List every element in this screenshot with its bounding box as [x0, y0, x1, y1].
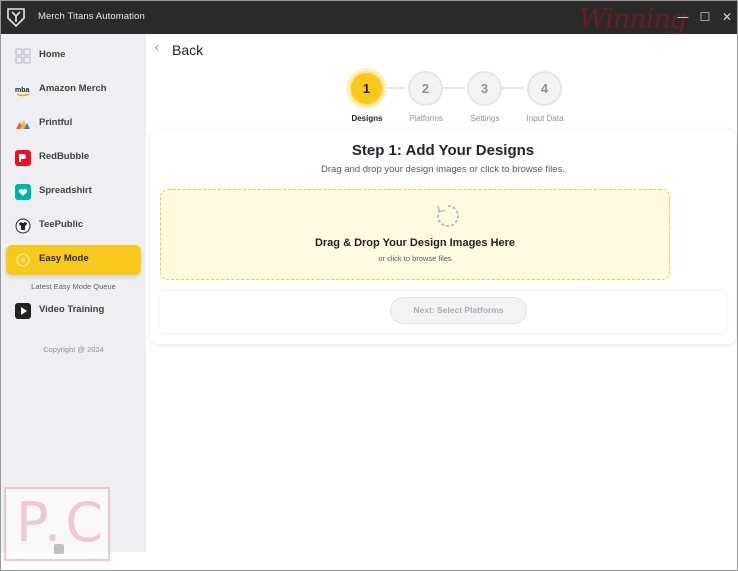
copyright-text: Copyright @ 2024 — [43, 345, 104, 354]
sidebar-item-label: Home — [39, 49, 66, 60]
easy-mode-queue-link[interactable]: Latest Easy Mode Queue — [1, 282, 146, 291]
back-button[interactable]: Back — [172, 42, 203, 58]
sidebar-item-label: Amazon Merch — [39, 83, 107, 94]
sidebar-item-label: Video Training — [39, 304, 105, 315]
sidebar-item-teepublic[interactable]: TeePublic — [6, 211, 141, 241]
sidebar-item-printful[interactable]: Printful — [6, 109, 141, 139]
step-connector — [381, 87, 406, 89]
teepublic-icon — [15, 218, 31, 234]
play-icon — [15, 303, 31, 319]
dropzone-subtitle: or click to browse files — [378, 254, 452, 263]
main-content: ‹ Back 1 2 3 4 Designs Platforms Setting… — [146, 34, 737, 570]
stepper: 1 2 3 4 Designs Platforms Settings Input… — [346, 70, 576, 128]
sidebar: Home mba Amazon Merch Printful RedBubble — [1, 34, 146, 552]
step-2-indicator[interactable]: 2 — [408, 71, 443, 106]
step-3-indicator[interactable]: 3 — [467, 71, 502, 106]
card-footer: Next: Select Platforms — [160, 291, 726, 333]
sidebar-item-label: Printful — [39, 117, 73, 128]
step-connector — [499, 87, 524, 89]
title-bar: Merch Titans Automation Winning — ☐ ✕ — [1, 1, 737, 35]
app-logo-icon — [7, 8, 25, 27]
maximize-button[interactable]: ☐ — [698, 10, 712, 24]
designs-card: Step 1: Add Your Designs Drag and drop y… — [150, 130, 736, 344]
sidebar-item-easy-mode[interactable]: Easy Mode — [6, 245, 141, 275]
redbubble-icon — [15, 150, 31, 166]
home-grid-icon — [15, 48, 31, 64]
sidebar-item-label: Spreadshirt — [39, 185, 92, 196]
step-4-indicator[interactable]: 4 — [527, 71, 562, 106]
watermark-text: Winning — [579, 4, 687, 35]
corner-watermark: P.C — [4, 487, 110, 561]
dropzone-title: Drag & Drop Your Design Images Here — [314, 237, 516, 249]
amazon-icon: mba — [15, 87, 30, 97]
app-title: Merch Titans Automation — [38, 11, 145, 22]
sidebar-item-redbubble[interactable]: RedBubble — [6, 143, 141, 173]
sidebar-item-home[interactable]: Home — [6, 41, 141, 71]
step-4-label: Input Data — [526, 114, 564, 123]
app-window: Merch Titans Automation Winning — ☐ ✕ Ho… — [0, 0, 738, 571]
step-1-indicator[interactable]: 1 — [349, 71, 384, 106]
refresh-upload-icon — [436, 205, 459, 227]
easy-mode-icon — [16, 253, 30, 267]
sidebar-item-video-training[interactable]: Video Training — [6, 296, 141, 326]
printful-icon — [16, 120, 30, 129]
minimize-button[interactable]: — — [676, 10, 690, 24]
svg-text:mba: mba — [15, 87, 30, 94]
design-dropzone[interactable]: Drag & Drop Your Design Images Here or c… — [160, 189, 670, 280]
sidebar-item-amazon-merch[interactable]: mba Amazon Merch — [6, 75, 141, 105]
next-select-platforms-button[interactable]: Next: Select Platforms — [390, 297, 527, 324]
sidebar-item-label: Easy Mode — [39, 253, 89, 264]
spreadshirt-icon — [15, 184, 31, 200]
sidebar-item-label: RedBubble — [39, 151, 90, 162]
card-title: Step 1: Add Your Designs — [351, 142, 535, 159]
step-connector — [440, 87, 465, 89]
chevron-left-icon[interactable]: ‹ — [154, 40, 160, 56]
sidebar-item-label: TeePublic — [39, 219, 84, 230]
close-button[interactable]: ✕ — [720, 10, 734, 24]
sidebar-item-spreadshirt[interactable]: Spreadshirt — [6, 177, 141, 207]
watermark-dot — [54, 544, 64, 554]
card-subtitle: Drag and drop your design images or clic… — [321, 164, 565, 175]
